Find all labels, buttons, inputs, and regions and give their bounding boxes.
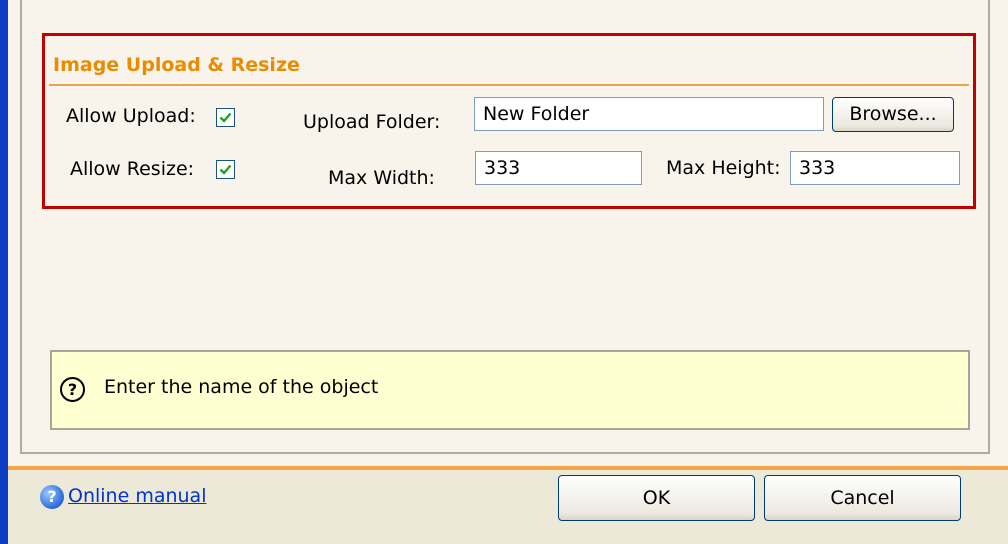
help-circle-icon[interactable]: ? [40, 485, 64, 509]
browse-button[interactable]: Browse... [832, 97, 954, 132]
allow-resize-checkbox[interactable] [216, 160, 235, 179]
allow-upload-checkbox[interactable] [216, 108, 235, 127]
question-circle-icon: ? [60, 377, 85, 402]
online-manual-link[interactable]: Online manual [68, 485, 206, 507]
hint-text: Enter the name of the object [104, 376, 379, 398]
ok-button[interactable]: OK [558, 475, 755, 521]
image-upload-resize-group: Image Upload & Resize Allow Upload: Uplo… [42, 33, 976, 209]
max-width-input[interactable]: 333 [475, 151, 642, 185]
content-bottom-border [8, 466, 1008, 470]
allow-resize-label: Allow Resize: [70, 158, 195, 180]
upload-folder-input[interactable]: New Folder [474, 97, 824, 131]
max-height-input[interactable]: 333 [790, 151, 960, 185]
hint-box: ? Enter the name of the object [50, 350, 970, 430]
max-width-label: Max Width: [328, 167, 435, 189]
checkmark-icon [219, 112, 232, 123]
upload-folder-label: Upload Folder: [303, 111, 441, 133]
cancel-button[interactable]: Cancel [764, 475, 961, 521]
max-height-label: Max Height: [666, 157, 781, 179]
checkmark-icon [219, 164, 232, 175]
group-title-separator [49, 84, 969, 86]
group-title: Image Upload & Resize [53, 54, 300, 76]
allow-upload-label: Allow Upload: [66, 105, 196, 127]
window-left-border [0, 0, 8, 544]
